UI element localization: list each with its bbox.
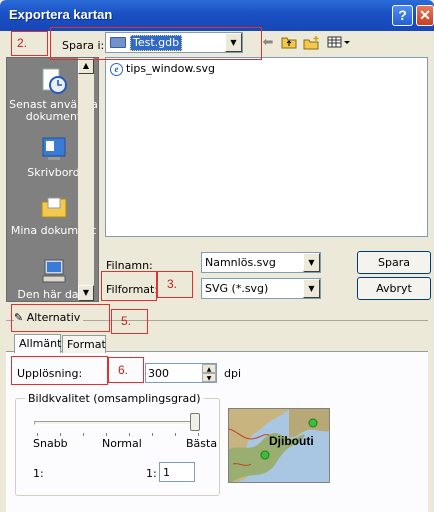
ratio-value: 1 bbox=[163, 466, 170, 479]
quality-slider-track[interactable] bbox=[34, 421, 200, 425]
fileformat-select[interactable]: SVG (*.svg) ▼ bbox=[201, 278, 321, 299]
scroll-up-icon[interactable]: ▲ bbox=[78, 58, 94, 74]
recent-documents-icon bbox=[42, 68, 67, 94]
spin-down-icon[interactable]: ▼ bbox=[202, 373, 216, 382]
scroll-down-icon[interactable]: ▼ bbox=[78, 285, 94, 301]
chevron-down-icon[interactable]: ▼ bbox=[303, 253, 320, 272]
map-preview-label: Djibouti bbox=[269, 434, 314, 448]
quality-label-normal: Normal bbox=[102, 437, 142, 450]
ratio-prefix-label: 1: bbox=[146, 467, 157, 480]
map-preview: Djibouti bbox=[228, 408, 330, 483]
view-menu-icon[interactable] bbox=[326, 35, 352, 50]
file-list[interactable]: e tips_window.svg bbox=[105, 57, 428, 237]
quality-label-best: Bästa bbox=[186, 437, 218, 450]
tab-general[interactable]: Allmänt bbox=[14, 334, 61, 353]
annotation-highlight-resolution bbox=[11, 356, 108, 385]
chevron-down-icon[interactable]: ▼ bbox=[303, 279, 320, 298]
resolution-unit: dpi bbox=[224, 367, 242, 380]
annotation-highlight-fileformat bbox=[101, 271, 157, 301]
annotation-number-5: 5. bbox=[121, 314, 132, 328]
tab-format[interactable]: Format bbox=[62, 335, 106, 353]
cancel-button[interactable]: Avbryt bbox=[357, 277, 431, 300]
annotation-highlight-options bbox=[11, 304, 110, 332]
back-icon[interactable]: ⬅ bbox=[260, 35, 276, 50]
close-button[interactable]: ✕ bbox=[416, 5, 434, 26]
help-button[interactable]: ? bbox=[392, 5, 413, 26]
my-computer-icon bbox=[42, 259, 65, 283]
new-folder-icon[interactable] bbox=[303, 35, 319, 50]
svg-file-icon: e bbox=[110, 63, 123, 76]
up-folder-icon[interactable] bbox=[281, 35, 297, 50]
annotation-number-3: 3. bbox=[167, 277, 178, 291]
annotation-number-2: 2. bbox=[17, 36, 28, 50]
quality-group-title: Bildkvalitet (omsamplingsgrad) bbox=[25, 392, 204, 405]
ratio-left-label: 1: bbox=[33, 467, 44, 480]
ratio-input[interactable]: 1 bbox=[159, 462, 195, 482]
window-title: Exportera kartan bbox=[9, 7, 113, 22]
my-documents-icon bbox=[41, 197, 66, 218]
save-button[interactable]: Spara bbox=[357, 251, 431, 274]
quality-label-fast: Snabb bbox=[33, 437, 68, 450]
filename-combo[interactable]: Namnlös.svg ▼ bbox=[201, 252, 321, 273]
spin-up-icon[interactable]: ▲ bbox=[202, 364, 216, 373]
fileformat-value: SVG (*.svg) bbox=[205, 282, 269, 295]
resolution-spinner[interactable]: 300 ▲ ▼ bbox=[145, 363, 217, 383]
place-label: Skrivbord bbox=[27, 166, 80, 179]
file-name: tips_window.svg bbox=[126, 62, 216, 75]
places-scrollbar[interactable]: ▲ ▼ bbox=[78, 58, 94, 301]
quality-slider-thumb[interactable] bbox=[190, 413, 200, 431]
annotation-highlight-save-in bbox=[50, 27, 262, 60]
list-item[interactable]: e tips_window.svg bbox=[110, 62, 215, 76]
desktop-icon bbox=[42, 137, 65, 160]
resolution-value: 300 bbox=[148, 367, 169, 380]
annotation-number-6: 6. bbox=[118, 363, 129, 377]
filename-value: Namnlös.svg bbox=[205, 256, 276, 269]
